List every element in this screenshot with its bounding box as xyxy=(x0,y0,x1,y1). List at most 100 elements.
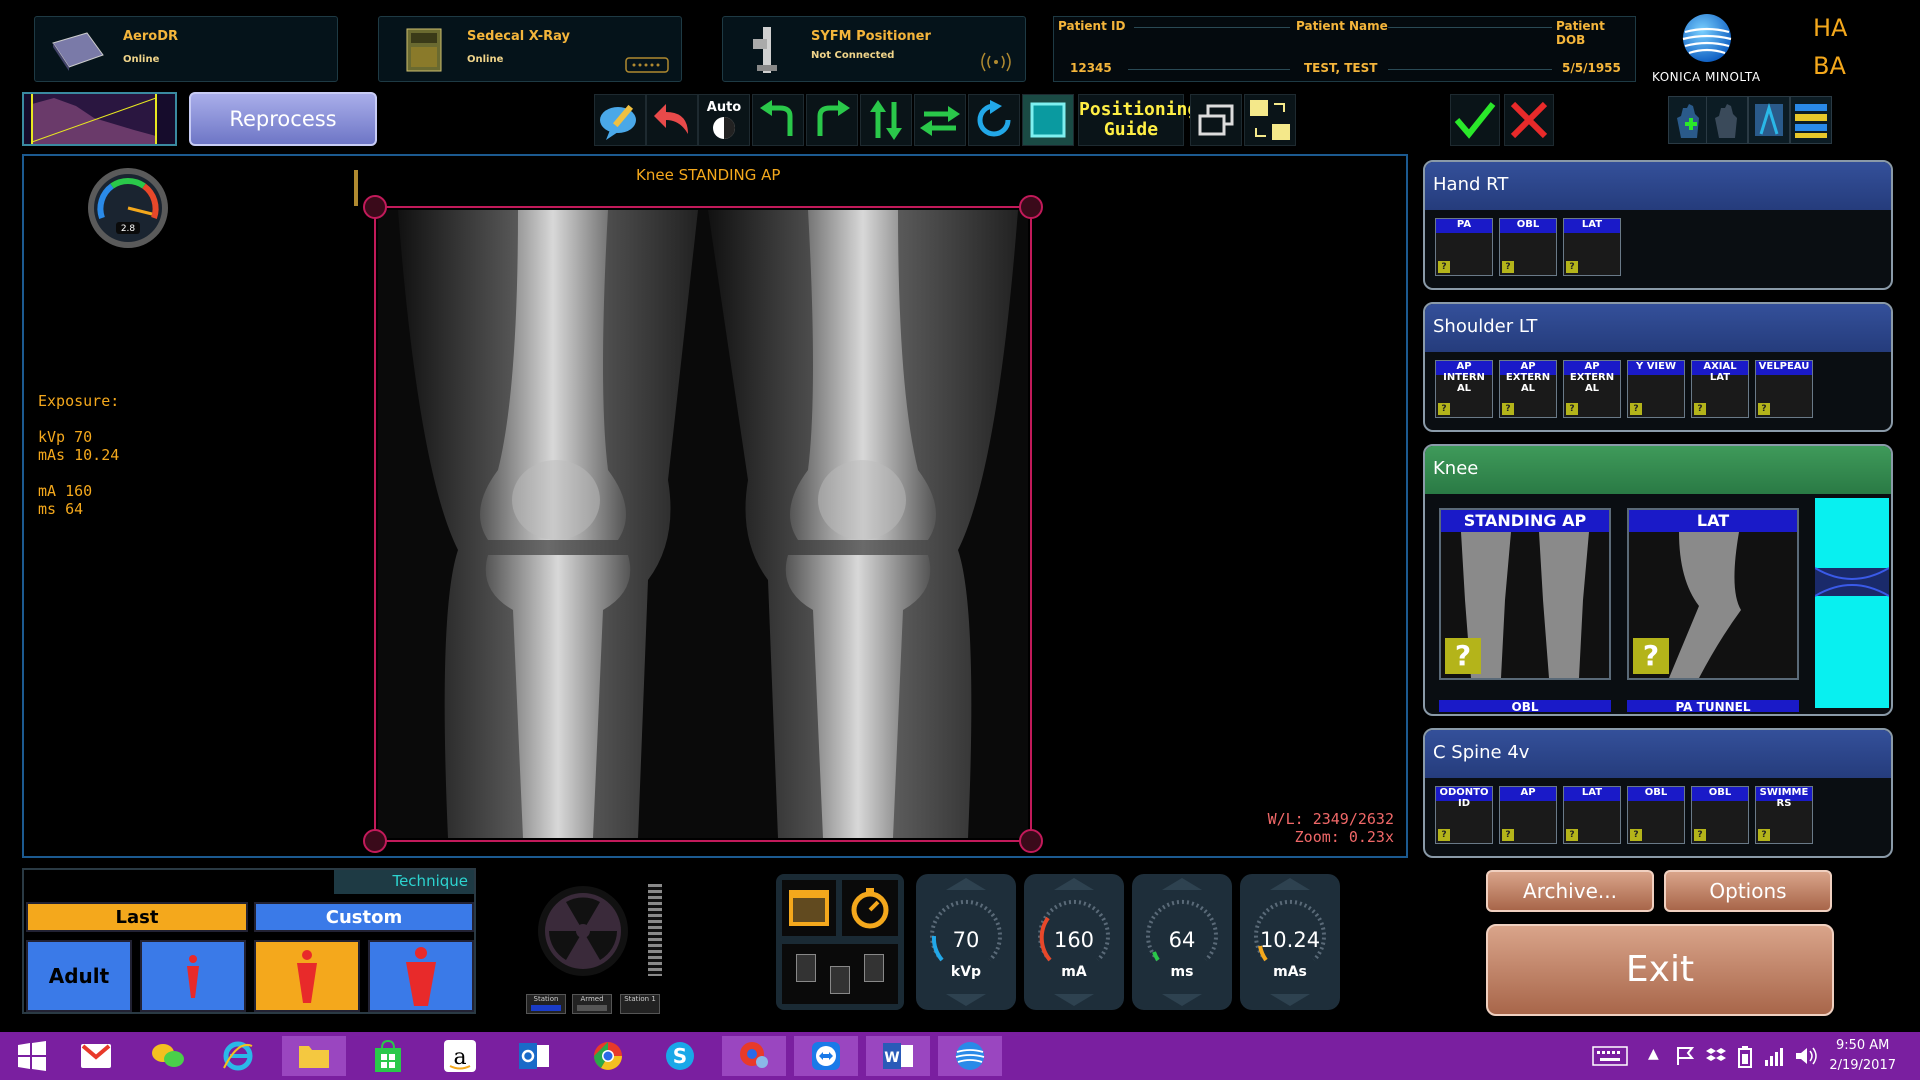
view-thumb[interactable]: AP EXTERN AL? xyxy=(1499,360,1557,418)
tray-expand-icon[interactable]: ▲ xyxy=(1648,1046,1659,1062)
body-size-medium-button[interactable] xyxy=(254,940,360,1012)
word-app[interactable]: W xyxy=(866,1036,930,1076)
device-tile-positioner[interactable]: SYFM Positioner Not Connected xyxy=(722,16,1026,82)
kvp-dial[interactable]: 70 kVp xyxy=(916,874,1016,1010)
teamviewer-app[interactable] xyxy=(794,1036,858,1076)
view-slot-pa-tunnel[interactable]: PA TUNNEL xyxy=(1627,700,1799,712)
aec-right-chamber[interactable] xyxy=(864,954,884,982)
body-size-small-button[interactable] xyxy=(140,940,246,1012)
flip-vertical-button[interactable] xyxy=(860,94,912,146)
aec-left-chamber[interactable] xyxy=(796,954,816,982)
view-thumb-lat[interactable]: LAT ? xyxy=(1627,508,1799,680)
view-thumb[interactable]: SWIMME RS? xyxy=(1755,786,1813,844)
custom-technique-button[interactable]: Custom xyxy=(254,902,474,932)
kvp-decrease[interactable] xyxy=(946,994,986,1006)
crop-handle-bottom-right[interactable] xyxy=(1019,829,1043,853)
radiation-icon[interactable] xyxy=(536,884,630,978)
mas-decrease[interactable] xyxy=(1270,994,1310,1006)
reject-button[interactable] xyxy=(1504,94,1554,146)
reset-rotation-button[interactable] xyxy=(968,94,1020,146)
view-slot-obl[interactable]: OBL xyxy=(1439,700,1611,712)
keyboard-icon[interactable] xyxy=(1592,1046,1628,1066)
chrome-profile-app[interactable] xyxy=(722,1036,786,1076)
measure-button[interactable] xyxy=(1748,96,1790,144)
archive-button[interactable]: Archive... xyxy=(1486,870,1654,912)
gmail-app[interactable] xyxy=(64,1036,128,1076)
view-thumb[interactable]: OBL? xyxy=(1691,786,1749,844)
view-thumb-standing-ap[interactable]: STANDING AP ? xyxy=(1439,508,1611,680)
konica-app[interactable] xyxy=(938,1036,1002,1076)
battery-icon[interactable] xyxy=(1738,1046,1752,1068)
add-study-button[interactable] xyxy=(1668,96,1710,144)
skype-app[interactable]: S xyxy=(648,1036,712,1076)
dropbox-icon[interactable] xyxy=(1706,1046,1726,1066)
auto-button[interactable]: Auto xyxy=(698,94,750,146)
last-technique-button[interactable]: Last xyxy=(26,902,248,932)
accept-button[interactable] xyxy=(1450,94,1500,146)
list-view-button[interactable] xyxy=(1790,96,1832,144)
ma-dial[interactable]: 160 mA xyxy=(1024,874,1124,1010)
tray-clock[interactable]: 9:50 AM 2/19/2017 xyxy=(1829,1036,1896,1076)
undo-button[interactable] xyxy=(646,94,698,146)
body-size-large-button[interactable] xyxy=(368,940,474,1012)
chat-app[interactable] xyxy=(136,1036,200,1076)
mas-dial[interactable]: 10.24 mAs xyxy=(1240,874,1340,1010)
protocol-scrollbar[interactable] xyxy=(1815,498,1889,708)
rotate-left-button[interactable] xyxy=(752,94,804,146)
ma-increase[interactable] xyxy=(1054,878,1094,890)
view-thumb[interactable]: ODONTO ID? xyxy=(1435,786,1493,844)
chrome-app[interactable] xyxy=(576,1036,640,1076)
view-thumb[interactable]: Y VIEW? xyxy=(1627,360,1685,418)
rotate-right-button[interactable] xyxy=(806,94,858,146)
internet-explorer-app[interactable] xyxy=(206,1036,270,1076)
swap-images-button[interactable] xyxy=(1244,94,1296,146)
ms-dial[interactable]: 64 ms xyxy=(1132,874,1232,1010)
device-tile-sedecal[interactable]: Sedecal X-Ray Online xyxy=(378,16,682,82)
protocol-knee[interactable]: Knee STANDING AP ? LAT ? OBL PA TUNNEL xyxy=(1423,444,1893,716)
timer-button[interactable] xyxy=(842,880,898,936)
positioning-guide-button[interactable]: Positioning Guide xyxy=(1078,94,1198,146)
amazon-app[interactable]: a xyxy=(428,1036,492,1076)
start-button[interactable] xyxy=(0,1036,64,1076)
view-thumb[interactable]: PA? xyxy=(1435,218,1493,276)
crop-handle-bottom-left[interactable] xyxy=(363,829,387,853)
view-thumb[interactable]: OBL? xyxy=(1627,786,1685,844)
annotate-button[interactable] xyxy=(594,94,646,146)
mas-increase[interactable] xyxy=(1270,878,1310,890)
view-thumb[interactable]: LAT? xyxy=(1563,218,1621,276)
view-thumb[interactable]: AXIAL LAT? xyxy=(1691,360,1749,418)
view-thumb[interactable]: AP EXTERN AL? xyxy=(1563,360,1621,418)
kvp-increase[interactable] xyxy=(946,878,986,890)
ma-decrease[interactable] xyxy=(1054,994,1094,1006)
protocol-c-spine[interactable]: C Spine 4v ODONTO ID? AP? LAT? OBL? OBL?… xyxy=(1423,728,1893,858)
file-explorer-app[interactable] xyxy=(282,1036,346,1076)
ms-increase[interactable] xyxy=(1162,878,1202,890)
outlook-app[interactable] xyxy=(502,1036,566,1076)
adult-button[interactable]: Adult xyxy=(26,940,132,1012)
protocol-hand-rt[interactable]: Hand RT PA? OBL? LAT? xyxy=(1423,160,1893,290)
image-viewer[interactable]: Knee STANDING AP 2.8 Exposure: kVp 70 mA… xyxy=(22,154,1408,858)
crop-region[interactable] xyxy=(363,195,1043,853)
ms-decrease[interactable] xyxy=(1162,994,1202,1006)
windows-button[interactable] xyxy=(1190,94,1242,146)
view-thumb[interactable]: OBL? xyxy=(1499,218,1557,276)
store-app[interactable] xyxy=(356,1036,420,1076)
technique-tab[interactable]: Technique xyxy=(334,870,474,894)
reprocess-button[interactable]: Reprocess xyxy=(189,92,377,146)
crop-button[interactable] xyxy=(1022,94,1074,146)
protocol-shoulder-lt[interactable]: Shoulder LT AP INTERN AL? AP EXTERN AL? … xyxy=(1423,302,1893,432)
device-tile-aerodr[interactable]: AeroDR Online xyxy=(34,16,338,82)
view-thumb[interactable]: VELPEAU? xyxy=(1755,360,1813,418)
aec-center-chamber[interactable] xyxy=(830,966,850,994)
film-mode-button[interactable] xyxy=(782,880,836,936)
signal-icon[interactable] xyxy=(1764,1046,1786,1066)
volume-icon[interactable] xyxy=(1794,1046,1818,1066)
flag-icon[interactable] xyxy=(1676,1046,1694,1066)
crop-handle-top-left[interactable] xyxy=(363,195,387,219)
options-button[interactable]: Options xyxy=(1664,870,1832,912)
crop-handle-top-right[interactable] xyxy=(1019,195,1043,219)
hand-view-button[interactable] xyxy=(1706,96,1748,144)
view-thumb[interactable]: LAT? xyxy=(1563,786,1621,844)
aec-chamber-selector[interactable] xyxy=(782,944,898,1004)
view-thumb[interactable]: AP? xyxy=(1499,786,1557,844)
